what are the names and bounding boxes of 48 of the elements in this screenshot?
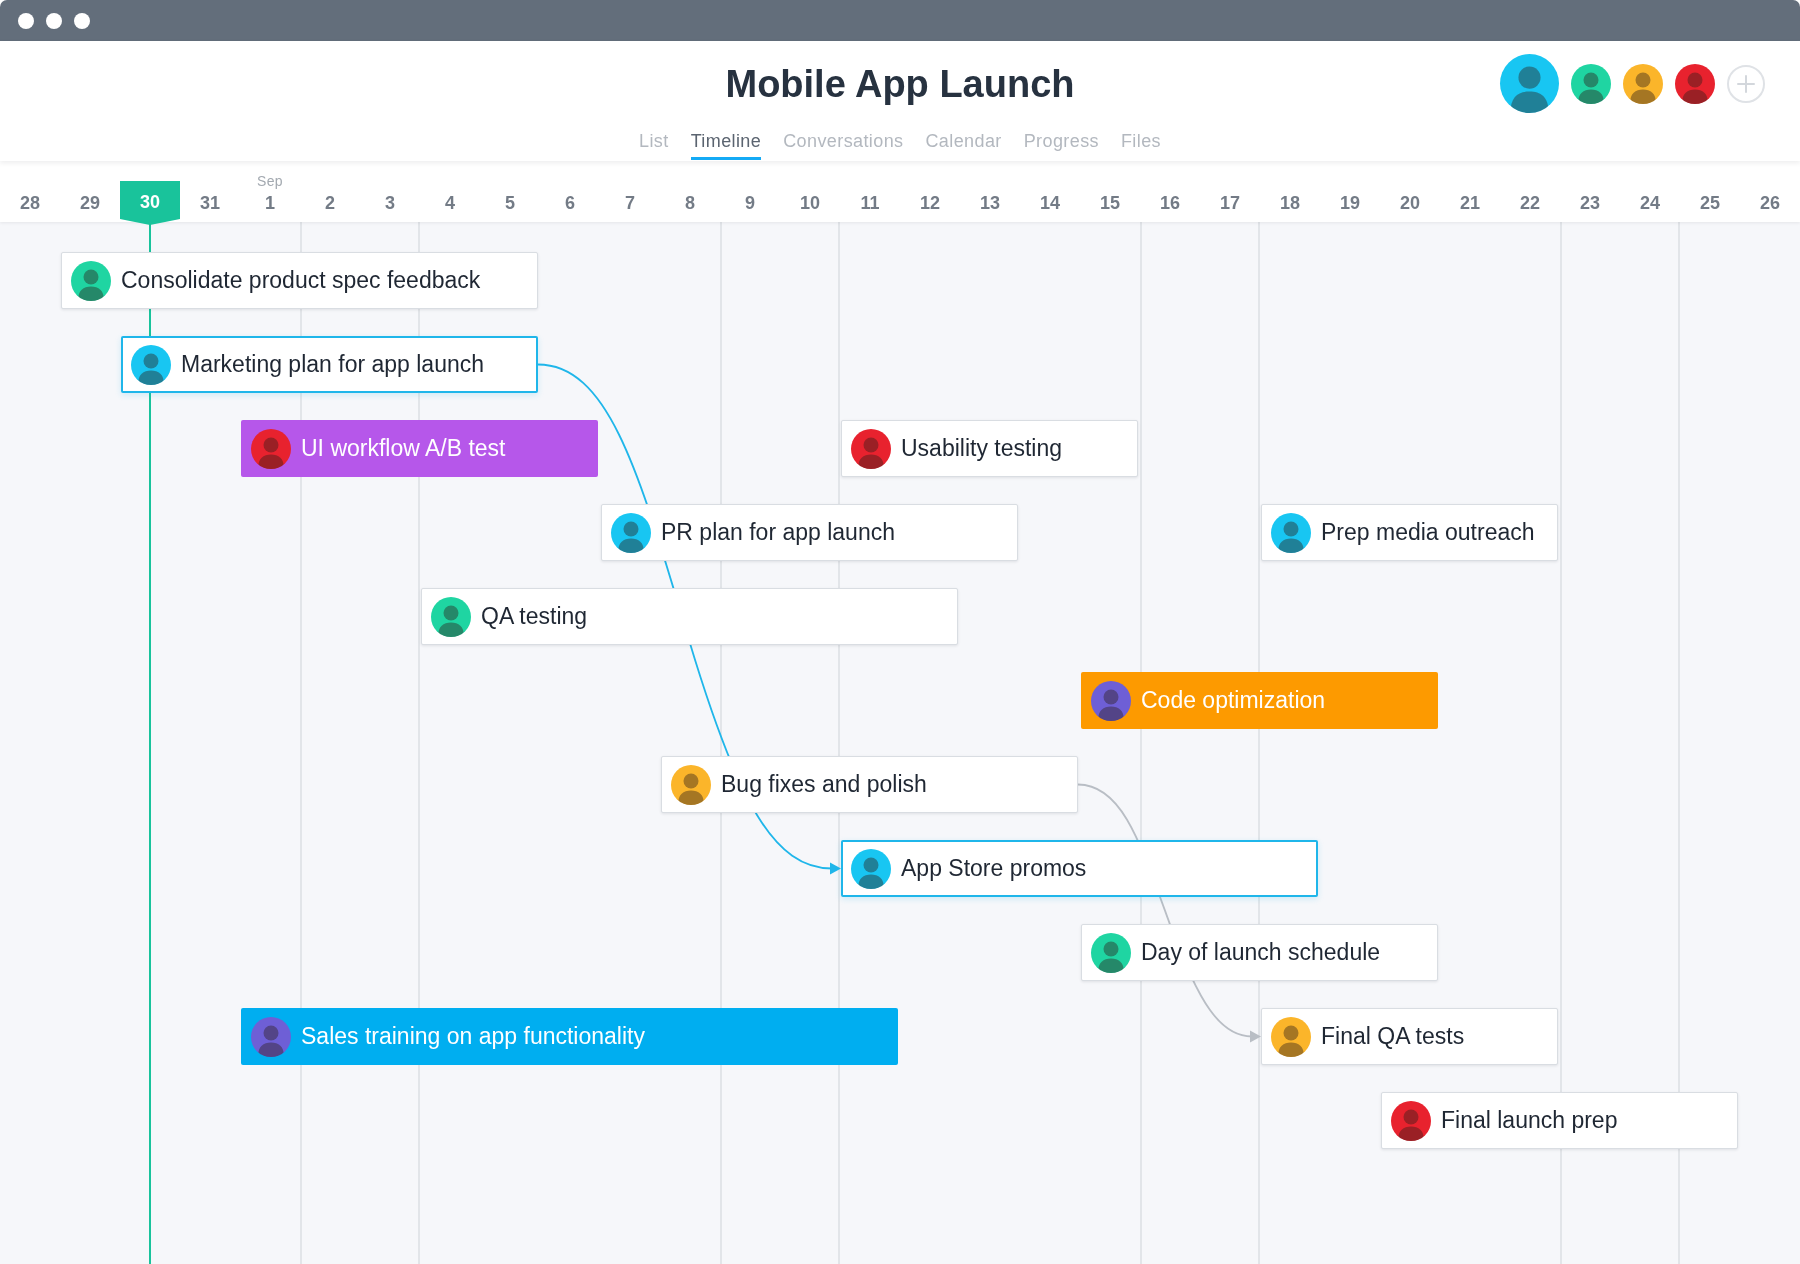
task-card[interactable]: UI workflow A/B test (241, 420, 598, 477)
date-label: 28 (19, 191, 41, 215)
plus-icon (1736, 73, 1756, 94)
date-label: 1 (264, 191, 276, 215)
date-label: 17 (1219, 191, 1241, 215)
window-control-button[interactable] (46, 12, 62, 29)
date-label: 9 (744, 191, 756, 215)
date-label: 31 (199, 191, 221, 215)
date-label: 16 (1159, 191, 1181, 215)
date-label: 22 (1519, 191, 1541, 215)
date-label: 4 (444, 191, 456, 215)
task-card[interactable]: QA testing (421, 588, 958, 645)
task-card[interactable]: App Store promos (841, 840, 1318, 897)
date-label: 21 (1459, 191, 1481, 215)
date-label: 23 (1579, 191, 1601, 215)
date-label: 15 (1099, 191, 1121, 215)
date-label: 3 (384, 191, 396, 215)
date-label: 13 (979, 191, 1001, 215)
task-card[interactable]: Day of launch schedule (1081, 924, 1438, 981)
date-label: 26 (1759, 191, 1781, 215)
window-control-button[interactable] (74, 12, 90, 29)
task-card[interactable]: Prep media outreach (1261, 504, 1558, 561)
date-label: 20 (1399, 191, 1421, 215)
date-label: 8 (684, 191, 696, 215)
window-control-button[interactable] (18, 12, 34, 29)
date-label: 18 (1279, 191, 1301, 215)
date-label: 29 (79, 191, 101, 215)
date-label: 2 (324, 191, 336, 215)
date-label: 12 (919, 191, 941, 215)
date-label: 11 (859, 191, 881, 215)
task-card[interactable]: PR plan for app launch (601, 504, 1018, 561)
task-card[interactable]: Marketing plan for app launch (121, 336, 538, 393)
month-label: Sep (257, 174, 283, 188)
task-card[interactable]: Final launch prep (1381, 1092, 1738, 1149)
date-label: 7 (624, 191, 636, 215)
today-date-label: 30 (120, 181, 180, 225)
date-label: 14 (1039, 191, 1061, 215)
date-label: 10 (799, 191, 821, 215)
project-title: Mobile App Launch (725, 62, 1075, 107)
task-card[interactable]: Final QA tests (1261, 1008, 1558, 1065)
date-label: 24 (1639, 191, 1661, 215)
date-label: 25 (1699, 191, 1721, 215)
date-label: 19 (1339, 191, 1361, 215)
date-label: 5 (504, 191, 516, 215)
date-label: 6 (564, 191, 576, 215)
task-card[interactable]: Bug fixes and polish (661, 756, 1078, 813)
task-card[interactable]: Usability testing (841, 420, 1138, 477)
task-card[interactable]: Consolidate product spec feedback (61, 252, 538, 309)
